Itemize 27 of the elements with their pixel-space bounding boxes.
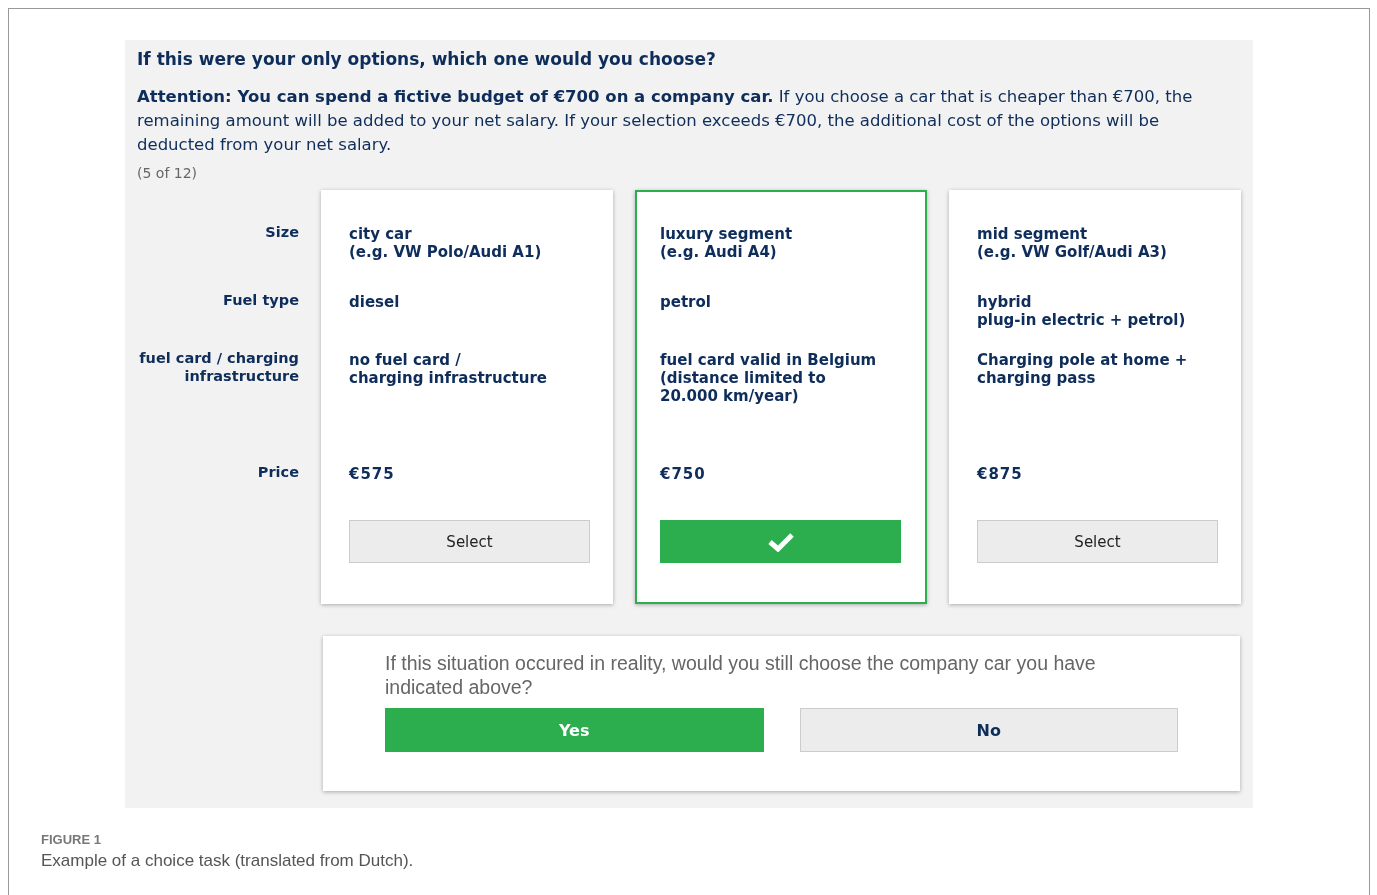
attribute-value: diesel <box>349 293 400 311</box>
answer-button[interactable]: No <box>799 708 1178 752</box>
attribute-label: Price <box>257 464 299 480</box>
price-value: €875 <box>977 465 1023 483</box>
attribute-value: hybrid plug-in electric + petrol) <box>977 293 1186 329</box>
attribute-label: Size <box>265 224 299 240</box>
attribute-value: fuel card valid in Belgium (distance limited to 20.000 km/year) <box>660 351 877 405</box>
attribute-value: petrol <box>660 293 711 311</box>
attribute-value: no fuel card / charging infrastructure <box>349 351 547 387</box>
figure-label: FIGURE 1 <box>41 832 102 847</box>
question-title: If this were your only options, which one would you choose? <box>137 48 717 70</box>
followup-question: If this situation occured in reality, would you still choose the company car you have indicated above? <box>385 651 1097 699</box>
select-button[interactable]: Select <box>349 520 590 563</box>
attribute-label: Fuel type <box>223 292 299 308</box>
price-value: €750 <box>660 465 706 483</box>
price-value: €575 <box>349 465 395 483</box>
attribute-label: fuel card / charging infrastructure <box>139 350 299 384</box>
attribute-value: city car (e.g. VW Polo/Audi A1) <box>349 225 542 261</box>
selected-button[interactable] <box>660 520 901 563</box>
select-button[interactable]: Select <box>977 520 1218 563</box>
figure-caption: Example of a choice task (translated from Dutch). <box>41 851 415 871</box>
attribute-value: luxury segment (e.g. Audi A4) <box>660 225 793 261</box>
attribute-value: Charging pole at home + charging pass <box>977 351 1188 387</box>
progress-counter: (5 of 12) <box>137 165 199 181</box>
check-icon <box>767 531 794 552</box>
question-text: Attention: You can spend a fictive budget of €700 on a company car. If you choose a car that is cheaper than €700, the remaining amount will be added to your net salary. If your selection exceeds €700, the additional cost of the options will be deducted from your net salary. <box>137 86 1194 156</box>
attribute-value: mid segment (e.g. VW Golf/Audi A3) <box>977 225 1167 261</box>
